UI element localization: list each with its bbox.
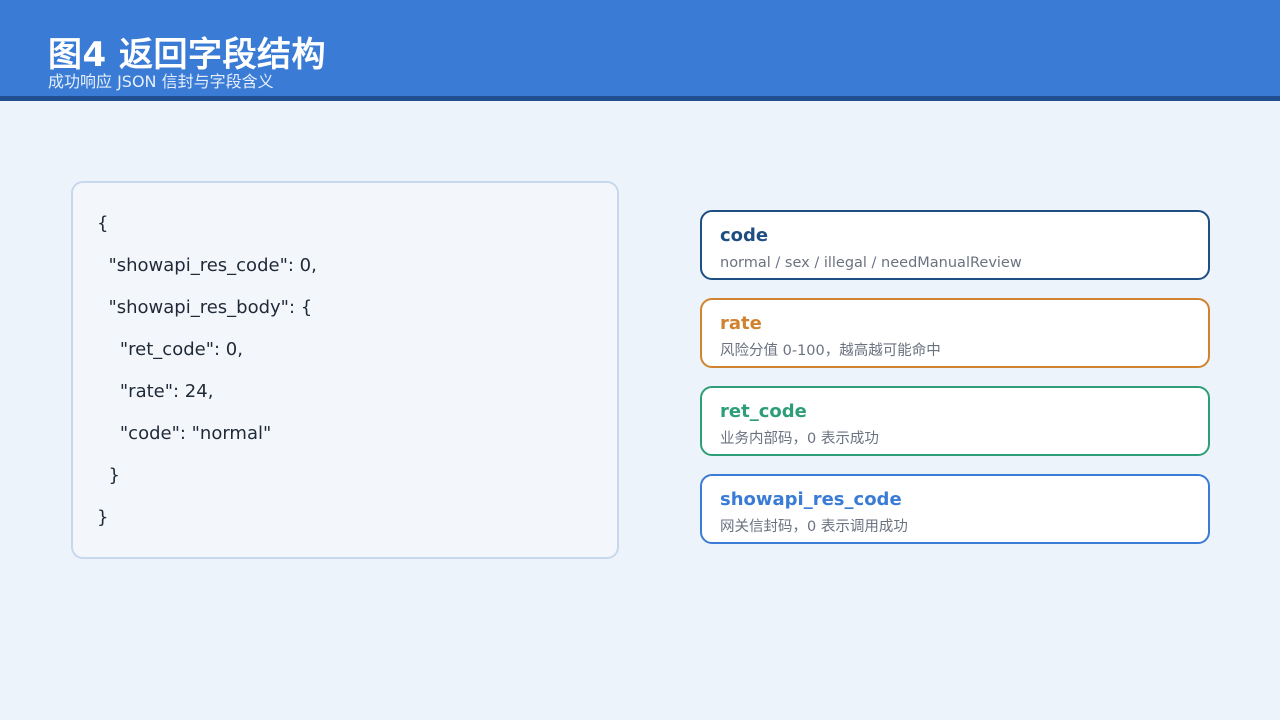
field-name: rate xyxy=(720,313,762,334)
code-line: "showapi_res_body": { xyxy=(97,297,313,318)
code-line: } xyxy=(97,465,120,486)
code-line: } xyxy=(97,507,109,528)
field-card-showapi-res-code: showapi_res_code 网关信封码，0 表示调用成功 xyxy=(700,474,1210,544)
header-divider xyxy=(0,96,1280,101)
code-line: { xyxy=(97,213,109,234)
field-card-rate: rate 风险分值 0-100，越高越可能命中 xyxy=(700,298,1210,368)
field-card-ret-code: ret_code 业务内部码，0 表示成功 xyxy=(700,386,1210,456)
field-name: ret_code xyxy=(720,401,807,422)
field-description: 风险分值 0-100，越高越可能命中 xyxy=(720,343,941,359)
page-title: 图4 返回字段结构 xyxy=(48,35,326,75)
code-line: "ret_code": 0, xyxy=(97,339,243,360)
field-description: normal / sex / illegal / needManualRevie… xyxy=(720,255,1022,271)
field-description: 业务内部码，0 表示成功 xyxy=(720,431,879,447)
page-subtitle: 成功响应 JSON 信封与字段含义 xyxy=(48,72,274,91)
field-description: 网关信封码，0 表示调用成功 xyxy=(720,519,908,535)
code-line: "rate": 24, xyxy=(97,381,214,402)
json-code-panel: { "showapi_res_code": 0, "showapi_res_bo… xyxy=(71,181,619,559)
code-line: "showapi_res_code": 0, xyxy=(97,255,317,276)
field-name: showapi_res_code xyxy=(720,489,902,510)
code-line: "code": "normal" xyxy=(97,423,272,444)
field-card-code: code normal / sex / illegal / needManual… xyxy=(700,210,1210,280)
field-name: code xyxy=(720,225,769,246)
